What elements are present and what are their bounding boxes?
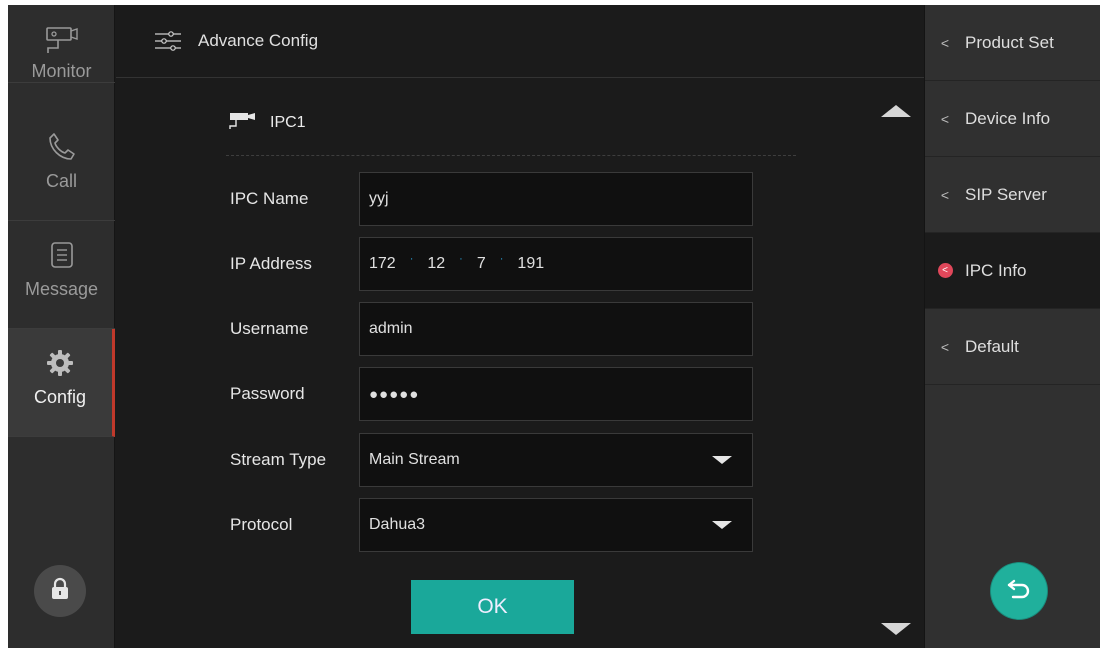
ip-address-input[interactable]: 172 · 12 · 7 · 191 [359,237,753,291]
menu-item-label: Product Set [965,32,1054,52]
username-input[interactable]: admin [359,302,753,356]
stream-type-select[interactable]: Main Stream [359,433,753,487]
nav-monitor-label: Monitor [31,61,92,81]
ip-separator: · [499,253,504,265]
protocol-value: Dahua3 [369,516,426,533]
back-button[interactable] [991,563,1047,619]
stream-type-value: Main Stream [369,451,460,468]
main-panel: Advance Config IPC1 IPC Name yyj IP Addr… [116,5,924,648]
nav-config-label: Config [33,387,87,407]
scroll-down-arrow-icon[interactable] [881,623,911,635]
protocol-label: Protocol [230,515,293,534]
section-title: IPC1 [270,114,306,131]
password-label: Password [230,384,305,403]
gear-icon [40,343,80,383]
ip-separator: · [409,253,414,265]
left-nav: Monitor Call Message Config [8,5,115,648]
nav-message-label: Message [24,279,99,299]
active-indicator-icon: < [925,263,965,278]
nav-call-label: Call [45,171,77,191]
chevron-down-icon [712,521,732,529]
ip-octet-1[interactable]: 172 [369,255,396,273]
protocol-select[interactable]: Dahua3 [359,498,753,552]
ipc-name-label: IPC Name [230,189,309,208]
ip-octet-4[interactable]: 191 [517,255,544,273]
ip-address-label: IP Address [230,254,312,273]
menu-item-product-set[interactable]: < Product Set [925,5,1100,81]
page-title: Advance Config [198,31,319,50]
chevron-left-icon: < [940,338,950,355]
scroll-up-arrow-icon[interactable] [881,105,911,117]
password-input[interactable]: ●●●●● [359,367,753,421]
ip-octet-3[interactable]: 7 [477,255,486,273]
menu-item-ipc-info[interactable]: < IPC Info [925,233,1100,309]
page-header: Advance Config [116,5,924,78]
chevron-left-icon: < [940,34,950,51]
nav-monitor[interactable]: Monitor [8,5,115,83]
camera-icon [42,25,82,57]
sliders-icon [152,26,184,56]
menu-item-default[interactable]: < Default [925,309,1100,385]
menu-item-label: IPC Info [965,260,1027,280]
ok-button[interactable]: OK [411,580,574,634]
chevron-left-icon: < [940,110,950,127]
right-menu: < Product Set < Device Info < SIP Server… [924,5,1100,648]
username-value: admin [369,320,413,337]
section-header: IPC1 [228,108,306,138]
menu-item-device-info[interactable]: < Device Info [925,81,1100,157]
phone-icon [42,127,82,167]
password-value: ●●●●● [369,385,420,403]
nav-message[interactable]: Message [8,221,115,329]
chevron-left-icon: < [940,186,950,203]
ipc-camera-icon [228,110,258,137]
ip-octet-2[interactable]: 12 [427,255,445,273]
menu-item-label: Default [965,336,1019,356]
lock-button[interactable] [34,565,86,617]
menu-item-sip-server[interactable]: < SIP Server [925,157,1100,233]
section-divider [226,155,796,156]
ip-separator: · [459,253,463,265]
app-frame: Monitor Call Message Config Advance Conf… [8,5,1100,648]
ipc-name-value: yyj [369,190,389,207]
username-label: Username [230,319,309,338]
chevron-down-icon [712,456,732,464]
stream-type-label: Stream Type [230,450,327,469]
menu-item-label: SIP Server [965,184,1047,204]
nav-config[interactable]: Config [8,329,115,437]
lock-icon [50,577,70,606]
menu-item-label: Device Info [965,108,1051,128]
message-list-icon [42,235,82,275]
nav-call[interactable]: Call [8,113,115,221]
ipc-name-input[interactable]: yyj [359,172,753,226]
back-arrow-icon [1005,576,1033,607]
